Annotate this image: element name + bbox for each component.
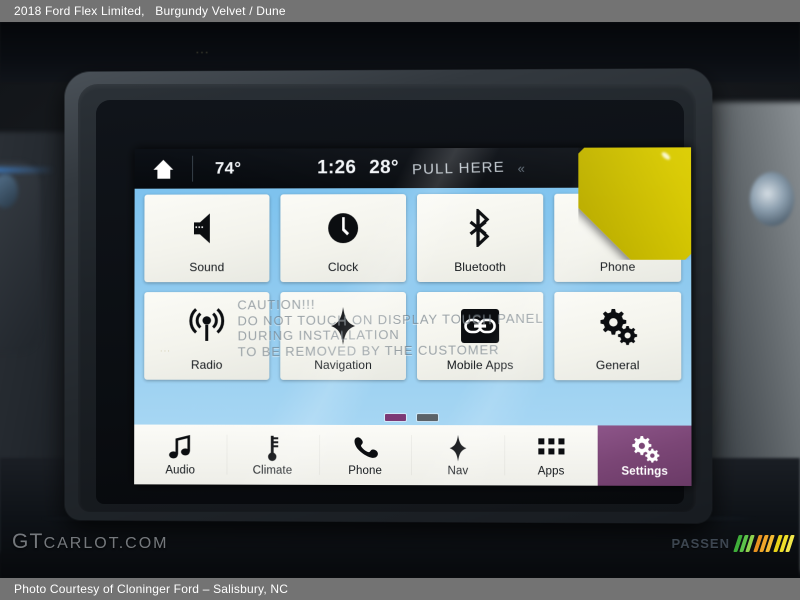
outside-temperature: 28° <box>369 157 399 179</box>
phone-handset-icon <box>351 433 379 463</box>
tile-mobile-apps[interactable]: Mobile Apps <box>417 292 543 380</box>
speaker-icon <box>187 205 227 251</box>
tab-apps[interactable]: Apps <box>504 425 597 485</box>
tile-navigation[interactable]: Navigation <box>280 292 406 380</box>
tab-label: Phone <box>348 465 382 477</box>
tab-label: Apps <box>538 465 565 477</box>
gears-icon <box>597 303 639 349</box>
settings-home-panel: Sound Clock Bluetooth Phone ··· Radio Na… <box>134 187 691 425</box>
dust-speck: ··· <box>196 48 210 57</box>
tab-audio[interactable]: Audio <box>134 425 226 485</box>
radio-broadcast-icon <box>187 303 227 349</box>
badge-stripe-group <box>733 535 755 552</box>
pull-here-label: PULL HERE <box>412 159 505 179</box>
passenger-badge: PASSEN <box>672 535 793 552</box>
vehicle-color-trim: Burgundy Velvet / Dune <box>155 4 285 18</box>
chevron-left-icon: « <box>518 161 524 176</box>
tile-label: Clock <box>280 260 406 274</box>
badge-stripes <box>736 535 792 552</box>
tile-label: Navigation <box>280 358 406 372</box>
grid-apps-icon <box>538 433 564 463</box>
dash-blue-reflection <box>0 167 55 173</box>
tile-bluetooth[interactable]: Bluetooth <box>417 194 543 282</box>
tile-clock[interactable]: Clock <box>280 194 406 282</box>
vehicle-interior-photo: ··· ··· 74° 1:26 28 <box>0 22 800 578</box>
cabin-temperature: 74° <box>193 159 241 179</box>
tile-label: General <box>554 358 681 372</box>
badge-stripe-group <box>773 535 795 552</box>
bluetooth-icon <box>465 205 495 251</box>
tile-label: Bluetooth <box>417 260 543 274</box>
music-note-icon <box>167 433 193 463</box>
home-button[interactable] <box>135 159 192 178</box>
tile-sound[interactable]: Sound <box>144 194 269 282</box>
dash-right-chrome-trim <box>750 172 794 226</box>
clock-display: 1:26 <box>317 157 356 179</box>
compass-star-icon <box>323 303 363 349</box>
photo-courtesy-caption: Photo Courtesy of Cloninger Ford – Salis… <box>0 578 800 600</box>
status-bar: 74° 1:26 28° PULL HERE « <box>135 147 692 188</box>
main-tab-bar: Audio Climate Phone Nav Apps Settings <box>134 425 691 486</box>
tile-label: Sound <box>144 260 269 274</box>
home-icon <box>153 159 174 178</box>
settings-tile-grid: Sound Clock Bluetooth Phone ··· Radio Na… <box>144 194 681 381</box>
tab-label: Nav <box>448 465 469 477</box>
vehicle-caption-bar: 2018 Ford Flex Limited, Burgundy Velvet … <box>0 0 800 22</box>
page-dot-1[interactable] <box>385 414 406 421</box>
tab-phone[interactable]: Phone <box>319 425 412 485</box>
vehicle-title: 2018 Ford Flex Limited, <box>14 4 145 18</box>
tile-radio[interactable]: ··· Radio <box>144 292 269 380</box>
photo-courtesy-text: Photo Courtesy of Cloninger Ford – Salis… <box>0 582 288 596</box>
thermometer-icon <box>264 433 282 463</box>
infotainment-touchscreen[interactable]: 74° 1:26 28° PULL HERE « Sound Clock Blu… <box>134 147 691 486</box>
tile-general[interactable]: General <box>554 292 681 380</box>
tile-label: Mobile Apps <box>417 358 543 372</box>
tab-nav[interactable]: Nav <box>411 425 504 485</box>
tab-settings[interactable]: Settings <box>598 425 692 486</box>
screenshot-root: 2018 Ford Flex Limited, Burgundy Velvet … <box>0 0 800 600</box>
phone-handset-icon <box>598 205 636 251</box>
clock-icon <box>325 205 361 251</box>
tab-label: Audio <box>165 464 195 476</box>
tab-label: Settings <box>621 466 668 478</box>
badge-stripe-group <box>753 535 775 552</box>
watermark-suffix: CARLOT.COM <box>44 535 169 552</box>
gears-icon <box>627 434 661 464</box>
watermark-prefix: GT <box>12 530 44 553</box>
page-dot-2[interactable] <box>417 414 438 421</box>
gtcarlot-watermark: GTCARLOT.COM <box>12 530 168 554</box>
compass-star-icon <box>444 433 472 463</box>
tab-label: Climate <box>253 465 293 477</box>
badge-label: PASSEN <box>672 536 731 551</box>
chain-link-icon <box>460 303 500 349</box>
tile-label: Radio <box>144 358 269 372</box>
tile-phone[interactable]: Phone <box>554 194 681 282</box>
page-indicator[interactable] <box>134 414 691 422</box>
tile-label: Phone <box>554 260 681 274</box>
tile-dust-speck: ··· <box>160 348 171 355</box>
tab-climate[interactable]: Climate <box>226 425 318 485</box>
